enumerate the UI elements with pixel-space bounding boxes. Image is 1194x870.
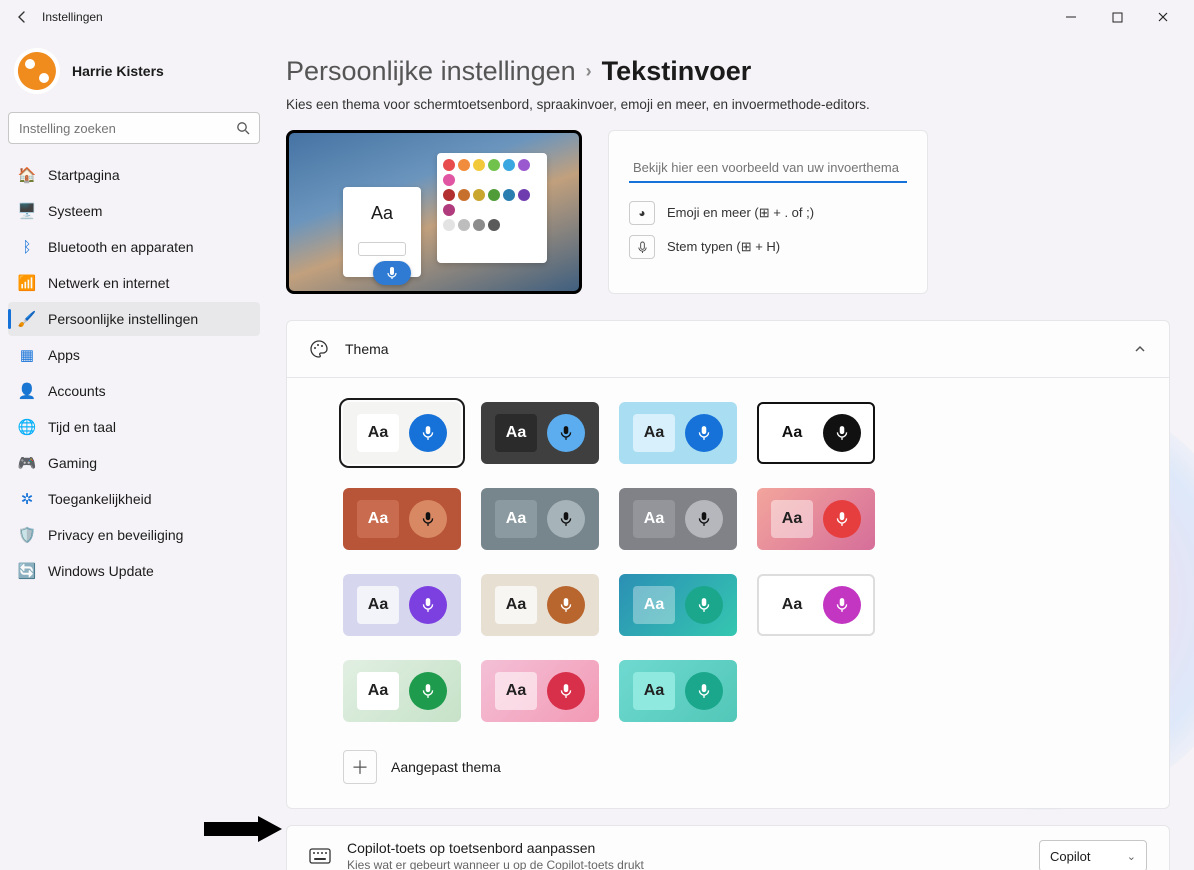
minimize-button[interactable] <box>1048 0 1094 34</box>
nav-label: Netwerk en internet <box>48 275 169 291</box>
page-subtitle: Kies een thema voor schermtoetsenbord, s… <box>286 97 1170 112</box>
copilot-dropdown[interactable]: Copilot ⌄ <box>1039 840 1147 870</box>
copilot-subtitle: Kies wat er gebeurt wanneer u op de Copi… <box>347 858 644 870</box>
sidebar-item-system[interactable]: 🖥️ Systeem <box>8 194 260 228</box>
theme-card-title: Thema <box>345 341 389 357</box>
theme-tile-magenta[interactable]: Aa <box>757 574 875 636</box>
nav-label: Startpagina <box>48 167 120 183</box>
sidebar-item-home[interactable]: 🏠 Startpagina <box>8 158 260 192</box>
sidebar-item-personalization[interactable]: 🖌️ Persoonlijke instellingen <box>8 302 260 336</box>
theme-tile-sand[interactable]: Aa <box>481 574 599 636</box>
theme-tile-mint[interactable]: Aa <box>343 660 461 722</box>
sidebar-item-time[interactable]: 🌐 Tijd en taal <box>8 410 260 444</box>
app-title: Instellingen <box>42 10 103 24</box>
sidebar-item-gaming[interactable]: 🎮 Gaming <box>8 446 260 480</box>
chevron-up-icon <box>1133 342 1147 356</box>
gamepad-icon: 🎮 <box>18 454 36 472</box>
sidebar-item-apps[interactable]: ▦ Apps <box>8 338 260 372</box>
sticker-icon: ◕ <box>629 201 655 225</box>
theme-tile-slate[interactable]: Aa <box>481 488 599 550</box>
theme-tile-black-white[interactable]: Aa <box>757 402 875 464</box>
hint-label: Emoji en meer (⊞ + . of ;) <box>667 205 814 221</box>
copilot-card: Copilot-toets op toetsenbord aanpassen K… <box>286 825 1170 870</box>
nav-label: Privacy en beveiliging <box>48 527 183 543</box>
theme-tile-teal-grad[interactable]: Aa <box>619 574 737 636</box>
sidebar-item-bluetooth[interactable]: ᛒ Bluetooth en apparaten <box>8 230 260 264</box>
sidebar-item-network[interactable]: 📶 Netwerk en internet <box>8 266 260 300</box>
nav-label: Accounts <box>48 383 106 399</box>
dropdown-value: Copilot <box>1050 849 1090 864</box>
theme-tile-blush[interactable]: Aa <box>481 660 599 722</box>
theme-tile-lilac[interactable]: Aa <box>343 574 461 636</box>
nav-label: Gaming <box>48 455 97 471</box>
nav-label: Systeem <box>48 203 102 219</box>
page-title: Tekstinvoer <box>602 56 752 87</box>
try-input[interactable] <box>629 153 907 183</box>
theme-preview: Aa <box>286 130 582 294</box>
theme-tile-rust[interactable]: Aa <box>343 488 461 550</box>
search-icon <box>236 121 250 135</box>
update-icon: 🔄 <box>18 562 36 580</box>
brush-icon: 🖌️ <box>18 310 36 328</box>
annotation-arrow <box>200 814 286 844</box>
maximize-button[interactable] <box>1094 0 1140 34</box>
sidebar-item-accounts[interactable]: 👤 Accounts <box>8 374 260 408</box>
palette-icon <box>309 339 329 359</box>
back-button[interactable] <box>8 3 36 31</box>
nav-label: Toegankelijkheid <box>48 491 152 507</box>
mic-icon <box>629 235 655 259</box>
theme-card-header[interactable]: Thema <box>287 321 1169 377</box>
keyboard-icon <box>309 848 331 864</box>
try-panel: ◕ Emoji en meer (⊞ + . of ;) Stem typen … <box>608 130 928 294</box>
accessibility-icon: ✲ <box>18 490 36 508</box>
search-input[interactable] <box>8 112 260 144</box>
home-icon: 🏠 <box>18 166 36 184</box>
avatar <box>14 48 60 94</box>
nav-label: Bluetooth en apparaten <box>48 239 194 255</box>
theme-tile-steel[interactable]: Aa <box>619 488 737 550</box>
chevron-right-icon: › <box>586 61 592 82</box>
bluetooth-icon: ᛒ <box>18 238 36 256</box>
custom-theme-label: Aangepast thema <box>391 759 501 775</box>
breadcrumb-parent[interactable]: Persoonlijke instellingen <box>286 56 576 87</box>
sidebar-item-privacy[interactable]: 🛡️ Privacy en beveiliging <box>8 518 260 552</box>
add-custom-theme-button[interactable]: ＋ <box>343 750 377 784</box>
theme-tile-aqua[interactable]: Aa <box>619 660 737 722</box>
apps-icon: ▦ <box>18 346 36 364</box>
nav-label: Tijd en taal <box>48 419 116 435</box>
user-name: Harrie Kisters <box>72 63 164 79</box>
wifi-icon: 📶 <box>18 274 36 292</box>
hint-emoji: ◕ Emoji en meer (⊞ + . of ;) <box>629 201 907 225</box>
hint-voice: Stem typen (⊞ + H) <box>629 235 907 259</box>
shield-icon: 🛡️ <box>18 526 36 544</box>
hint-label: Stem typen (⊞ + H) <box>667 239 780 255</box>
system-icon: 🖥️ <box>18 202 36 220</box>
theme-tile-dark[interactable]: Aa <box>481 402 599 464</box>
sidebar-item-accessibility[interactable]: ✲ Toegankelijkheid <box>8 482 260 516</box>
nav-label: Apps <box>48 347 80 363</box>
theme-tile-ice[interactable]: Aa <box>619 402 737 464</box>
person-icon: 👤 <box>18 382 36 400</box>
user-block[interactable]: Harrie Kisters <box>8 42 260 108</box>
emoji-panel-preview <box>437 153 547 263</box>
chevron-down-icon: ⌄ <box>1127 850 1136 863</box>
clock-icon: 🌐 <box>18 418 36 436</box>
theme-tile-peach-grad[interactable]: Aa <box>757 488 875 550</box>
theme-card: Thema Aa Aa Aa Aa Aa Aa Aa Aa Aa Aa Aa Aa Aa Aa Aa ＋ A… <box>286 320 1170 809</box>
breadcrumb: Persoonlijke instellingen › Tekstinvoer <box>286 56 1170 87</box>
voice-preview <box>373 261 411 285</box>
theme-tile-light[interactable]: Aa <box>343 402 461 464</box>
nav-label: Windows Update <box>48 563 154 579</box>
nav-label: Persoonlijke instellingen <box>48 311 198 327</box>
sidebar-item-update[interactable]: 🔄 Windows Update <box>8 554 260 588</box>
close-button[interactable] <box>1140 0 1186 34</box>
copilot-title: Copilot-toets op toetsenbord aanpassen <box>347 840 644 856</box>
